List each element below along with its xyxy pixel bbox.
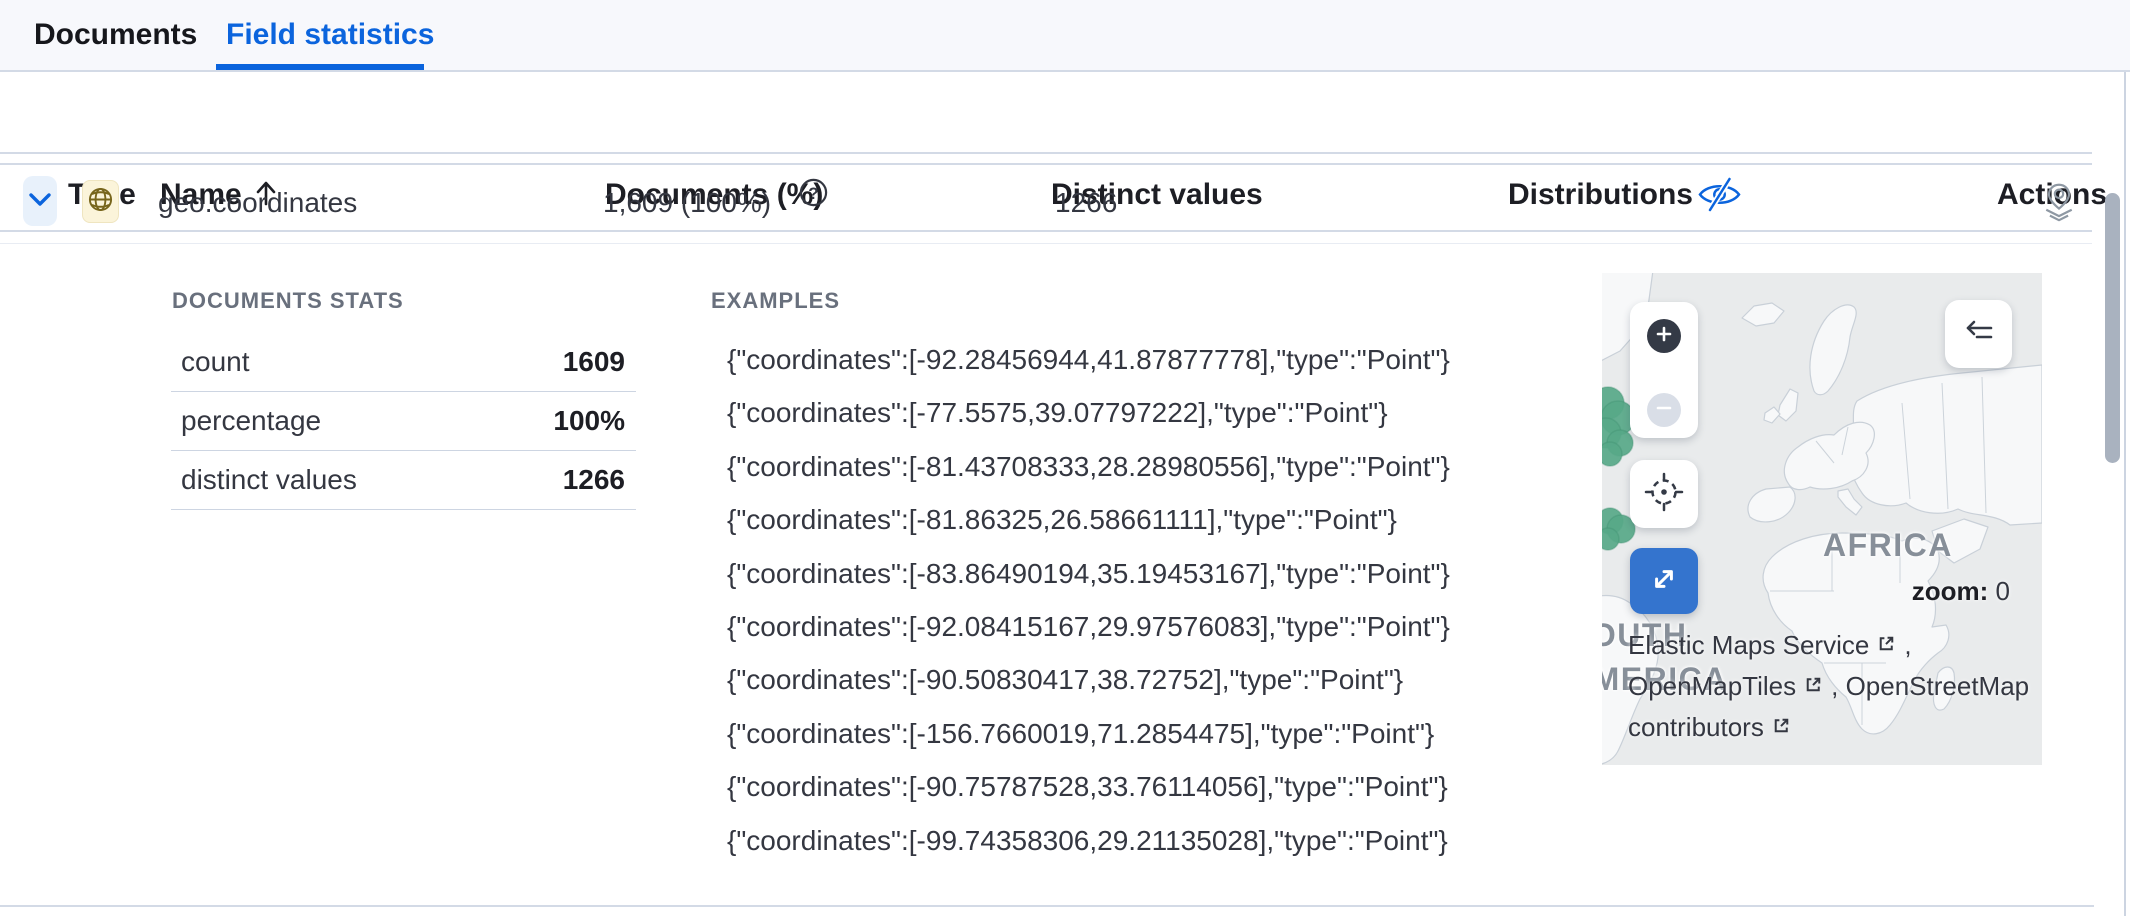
zoom-out-button[interactable] — [1647, 393, 1681, 427]
example-item: {"coordinates":[-99.74358306,29.21135028… — [727, 814, 1450, 867]
attribution-link-elastic-maps-service[interactable]: Elastic Maps Service — [1628, 630, 1869, 661]
documents-stats-title: DOCUMENTS STATS — [172, 288, 404, 314]
zoom-label: zoom: — [1912, 576, 1989, 606]
attribution-link-openstreetmap-contributors[interactable]: contributors — [1628, 712, 1764, 743]
example-item: {"coordinates":[-156.7660019,71.2854475]… — [727, 707, 1450, 760]
stat-label: distinct values — [171, 464, 357, 496]
external-link-icon — [1803, 671, 1824, 702]
map-preview[interactable]: AFRICA SOUTH AMERICA — [1602, 273, 2042, 765]
field-statistics-page: Documents Field statistics Type Name Doc… — [0, 0, 2130, 916]
map-label-africa: AFRICA — [1823, 529, 1953, 561]
stat-value: 100% — [553, 405, 636, 437]
active-tab-underline — [216, 64, 424, 70]
expand-map-button[interactable] — [1630, 548, 1698, 614]
example-item: {"coordinates":[-83.86490194,35.19453167… — [727, 547, 1450, 600]
example-item: {"coordinates":[-92.28456944,41.87877778… — [727, 333, 1450, 386]
examples-list: {"coordinates":[-92.28456944,41.87877778… — [727, 333, 1450, 867]
example-item: {"coordinates":[-81.43708333,28.28980556… — [727, 440, 1450, 493]
zoom-in-button[interactable] — [1647, 319, 1681, 353]
attribution-link-openmaptiles[interactable]: OpenMapTiles — [1628, 671, 1796, 702]
stat-value: 1609 — [563, 346, 636, 378]
map-zoom-level: zoom: 0 — [1912, 576, 2010, 607]
example-item: {"coordinates":[-81.86325,26.58661111],"… — [727, 493, 1450, 546]
field-row[interactable]: geo.coordinates 1,609 (100%) 1266 — [0, 165, 2092, 232]
example-item: {"coordinates":[-90.50830417,38.72752],"… — [727, 653, 1450, 706]
arrow-left-menu-icon — [1960, 314, 1998, 355]
external-link-icon — [1876, 630, 1897, 661]
right-panel-border — [2124, 72, 2126, 916]
documents-stats-table: count 1609 percentage 100% distinct valu… — [171, 333, 636, 510]
field-type-token — [82, 180, 119, 223]
stat-label: count — [171, 346, 250, 378]
stats-row-percentage: percentage 100% — [171, 392, 636, 451]
external-link-icon — [1771, 712, 1792, 743]
explore-in-maps-icon[interactable] — [2040, 182, 2078, 227]
zoom-value: 0 — [1996, 576, 2010, 606]
geo-point-globe-icon — [87, 186, 114, 218]
field-distinct-values: 1266 — [1055, 187, 1117, 219]
tab-bar: Documents Field statistics — [0, 0, 2130, 72]
minus-icon — [1654, 398, 1674, 423]
stat-label: percentage — [171, 405, 321, 437]
bottom-divider — [0, 905, 2094, 907]
example-item: {"coordinates":[-92.08415167,29.97576083… — [727, 600, 1450, 653]
example-item: {"coordinates":[-90.75787528,33.76114056… — [727, 760, 1450, 813]
chevron-down-icon — [25, 184, 55, 219]
expand-icon — [1646, 561, 1682, 602]
stat-value: 1266 — [563, 464, 636, 496]
crosshair-icon — [1643, 471, 1685, 518]
example-item: {"coordinates":[-77.5575,39.07797222],"t… — [727, 386, 1450, 439]
scrollbar-thumb[interactable] — [2105, 193, 2120, 463]
fit-to-data-button[interactable] — [1630, 460, 1698, 528]
plus-icon — [1654, 324, 1674, 349]
stats-row-distinct-values: distinct values 1266 — [171, 451, 636, 510]
map-zoom-control — [1630, 302, 1698, 438]
stats-row-count: count 1609 — [171, 333, 636, 392]
tab-field-statistics[interactable]: Field statistics — [226, 0, 434, 70]
collapse-row-button[interactable] — [23, 176, 57, 226]
table-header: Type Name Documents (%) ? Distinct value… — [0, 74, 2092, 154]
field-documents-value: 1,609 (100%) — [603, 187, 771, 219]
tab-documents[interactable]: Documents — [34, 0, 197, 70]
collapse-legend-button[interactable] — [1945, 300, 2012, 368]
map-attribution: Elastic Maps Service , OpenMapTiles , Op… — [1628, 625, 2029, 748]
examples-title: EXAMPLES — [711, 288, 840, 314]
field-name: geo.coordinates — [158, 187, 357, 219]
